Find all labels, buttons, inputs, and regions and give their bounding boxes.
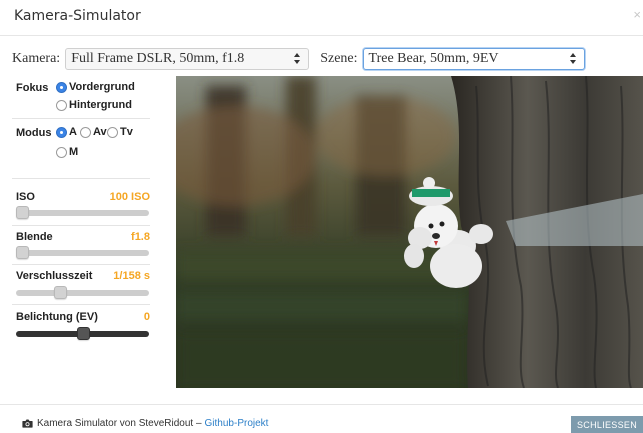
radio-checked-icon <box>56 126 67 138</box>
modus-option-av[interactable]: Av <box>80 126 107 138</box>
kamera-select-value: Full Frame DSLR, 50mm, f1.8 <box>71 51 245 66</box>
modus-option-label: Av <box>93 126 107 138</box>
footer-text: Kamera Simulator von SteveRidout – <box>37 418 202 429</box>
divider <box>12 304 150 305</box>
scene-image <box>176 76 643 388</box>
blende-value: f1.8 <box>131 231 150 243</box>
footer: Kamera Simulator von SteveRidout – Githu… <box>22 418 268 429</box>
radio-unchecked-icon <box>80 126 91 138</box>
github-link[interactable]: Github-Projekt <box>205 418 269 429</box>
blende-slider[interactable] <box>16 246 149 259</box>
modus-label: Modus <box>16 127 52 139</box>
radio-checked-icon <box>56 81 67 93</box>
divider <box>12 178 150 179</box>
fokus-option-hintergrund[interactable]: Hintergrund <box>56 99 132 111</box>
iso-value: 100 ISO <box>109 191 150 203</box>
fokus-label: Fokus <box>16 82 49 94</box>
fokus-option-label: Vordergrund <box>69 81 135 93</box>
modus-option-label: Tv <box>120 126 133 138</box>
belichtung-label: Belichtung (EV) <box>16 311 98 323</box>
scene-selector-row: Kamera: Full Frame DSLR, 50mm, f1.8 Szen… <box>12 48 585 70</box>
radio-unchecked-icon <box>107 126 118 138</box>
close-icon[interactable]: × <box>633 7 641 22</box>
szene-label: Szene: <box>320 51 358 66</box>
modus-option-label: M <box>69 146 79 158</box>
close-button[interactable]: SCHLIESSEN <box>571 416 643 433</box>
modus-option-a[interactable]: A <box>56 126 77 138</box>
dialog-header: Kamera-Simulator × <box>0 0 643 32</box>
fokus-option-vordergrund[interactable]: Vordergrund <box>56 81 135 93</box>
iso-label: ISO <box>16 191 35 203</box>
iso-slider[interactable] <box>16 206 149 219</box>
verschlusszeit-slider-thumb[interactable] <box>53 286 67 299</box>
verschlusszeit-slider[interactable] <box>16 286 149 299</box>
radio-unchecked-icon <box>56 146 67 158</box>
radio-unchecked-icon <box>56 99 67 111</box>
modus-option-label: A <box>69 126 77 138</box>
dialog-title: Kamera-Simulator <box>14 8 141 24</box>
scene-preview <box>176 76 643 388</box>
szene-select[interactable]: Tree Bear, 50mm, 9EV <box>362 48 585 70</box>
footer-divider <box>0 404 643 405</box>
verschlusszeit-value: 1/158 s <box>113 270 150 282</box>
blende-label: Blende <box>16 231 53 243</box>
select-arrows-icon <box>294 52 301 66</box>
belichtung-slider[interactable] <box>16 327 149 340</box>
camera-icon <box>22 419 33 428</box>
select-arrows-icon <box>569 52 577 66</box>
kamera-label: Kamera: <box>12 51 61 66</box>
modus-option-m[interactable]: M <box>56 146 78 158</box>
divider <box>12 225 150 226</box>
kamera-select[interactable]: Full Frame DSLR, 50mm, f1.8 <box>65 48 310 70</box>
verschlusszeit-label: Verschlusszeit <box>16 270 93 282</box>
divider <box>12 264 150 265</box>
blende-slider-thumb[interactable] <box>16 246 29 259</box>
belichtung-slider-thumb[interactable] <box>76 327 90 340</box>
modus-option-tv[interactable]: Tv <box>107 126 133 138</box>
header-divider <box>0 35 643 36</box>
iso-slider-thumb[interactable] <box>16 206 29 219</box>
szene-select-value: Tree Bear, 50mm, 9EV <box>368 51 499 66</box>
divider <box>12 118 150 119</box>
fokus-option-label: Hintergrund <box>69 99 132 111</box>
belichtung-value: 0 <box>143 311 150 323</box>
